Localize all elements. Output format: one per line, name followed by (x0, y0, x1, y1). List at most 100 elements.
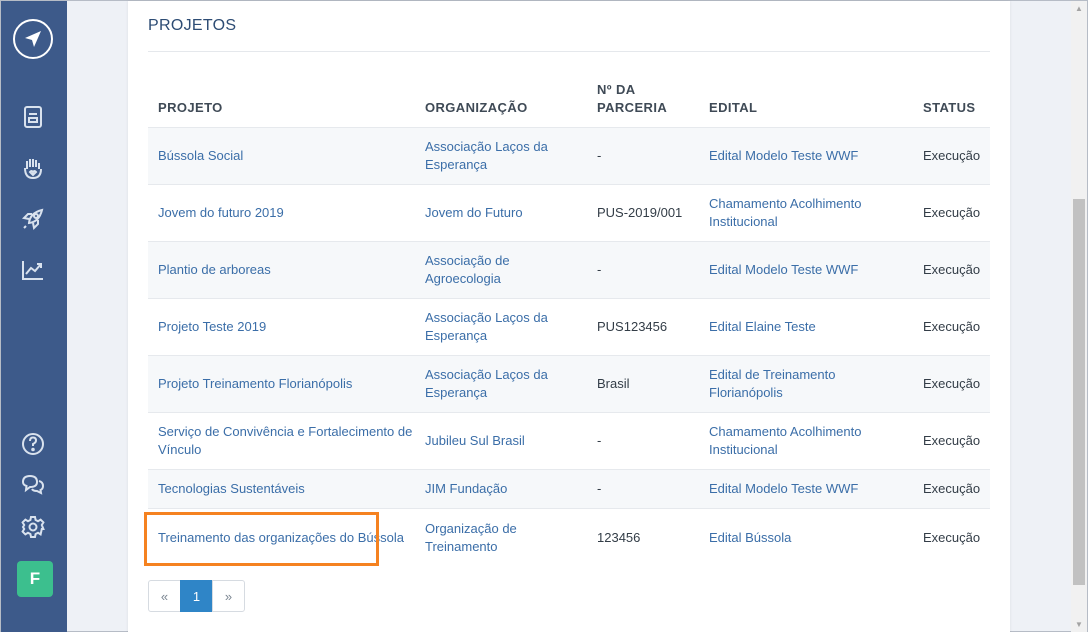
cell-organizacao-text[interactable]: Associação Laços da Esperança (425, 309, 585, 345)
cell-parceria: - (597, 413, 702, 469)
cell-status-text: Execução (923, 262, 981, 277)
table-row: Projeto Teste 2019 Associação Laços da Es… (148, 298, 990, 355)
cell-projeto-text[interactable]: Serviço de Convivência e Fortalecimento … (158, 423, 413, 459)
avatar[interactable]: F (17, 561, 53, 597)
cell-projeto-text[interactable]: Jovem do futuro 2019 (158, 204, 284, 222)
cell-status-text: Execução (923, 433, 981, 448)
cell-projeto-text[interactable]: Projeto Treinamento Florianópolis (158, 375, 352, 393)
cell-organizacao[interactable]: Associação Laços da Esperança (425, 299, 585, 355)
section-title: PROJETOS (148, 17, 237, 34)
cell-projeto[interactable]: Serviço de Convivência e Fortalecimento … (158, 413, 413, 469)
cell-status: Execução (923, 356, 993, 412)
cell-organizacao[interactable]: Jubileu Sul Brasil (425, 413, 585, 469)
cell-parceria: - (597, 128, 702, 184)
column-header-status[interactable]: STATUS (923, 99, 975, 117)
compass-logo-icon[interactable] (13, 19, 53, 59)
cell-parceria-text: PUS123456 (597, 319, 668, 334)
scrollbar-thumb[interactable] (1073, 199, 1085, 585)
cell-status: Execução (923, 242, 993, 298)
cell-edital-text[interactable]: Chamamento Acolhimento Institucional (709, 195, 909, 231)
cell-status-text: Execução (923, 148, 981, 163)
cell-organizacao-text[interactable]: Jubileu Sul Brasil (425, 432, 525, 450)
cell-organizacao-text[interactable]: Organização de Treinamento (425, 520, 585, 556)
cell-organizacao[interactable]: Associação Laços da Esperança (425, 128, 585, 184)
cell-edital-text[interactable]: Edital Modelo Teste WWF (709, 480, 858, 498)
cell-organizacao-text[interactable]: Associação Laços da Esperança (425, 366, 585, 402)
cell-parceria-text: - (597, 433, 602, 448)
table-row: Serviço de Convivência e Fortalecimento … (148, 412, 990, 469)
cell-projeto[interactable]: Tecnologias Sustentáveis (158, 470, 413, 508)
column-header-parceria-line1: Nº DA (597, 82, 636, 97)
cell-projeto-text[interactable]: Bússola Social (158, 147, 243, 165)
table-row: Plantio de arboreas Associação de Agroeco… (148, 241, 990, 298)
cell-organizacao[interactable]: Associação de Agroecologia (425, 242, 585, 298)
cell-status-text: Execução (923, 481, 981, 496)
cell-parceria: Brasil (597, 356, 702, 412)
hand-heart-icon[interactable] (19, 154, 47, 182)
pagination: « 1 » (148, 580, 245, 612)
table-header: PROJETO ORGANIZAÇÃO Nº DA PARCERIA EDITA… (128, 79, 1010, 127)
cell-status: Execução (923, 299, 993, 355)
cell-projeto[interactable]: Projeto Treinamento Florianópolis (158, 356, 413, 412)
column-header-parceria[interactable]: Nº DA PARCERIA (597, 81, 667, 117)
selected-row-highlight (144, 512, 379, 566)
cell-status: Execução (923, 185, 993, 241)
cell-organizacao[interactable]: Organização de Treinamento (425, 509, 585, 566)
column-header-organizacao[interactable]: ORGANIZAÇÃO (425, 99, 528, 117)
cell-edital-text[interactable]: Edital de Treinamento Florianópolis (709, 366, 909, 402)
cell-organizacao-text[interactable]: JIM Fundação (425, 480, 507, 498)
cell-edital-text[interactable]: Edital Modelo Teste WWF (709, 147, 858, 165)
cell-parceria-text: 123456 (597, 529, 641, 545)
cell-organizacao[interactable]: JIM Fundação (425, 470, 585, 508)
table-row: Projeto Treinamento Florianópolis Associa… (148, 355, 990, 412)
pagination-prev-button[interactable]: « (148, 580, 181, 612)
cell-projeto[interactable]: Projeto Teste 2019 (158, 299, 413, 355)
document-icon[interactable] (19, 103, 47, 131)
cell-organizacao-text[interactable]: Jovem do Futuro (425, 204, 523, 222)
cell-edital[interactable]: Edital Bússola (709, 509, 909, 566)
column-header-projeto[interactable]: PROJETO (158, 99, 223, 117)
cell-edital-text[interactable]: Edital Bússola (709, 529, 791, 547)
cell-edital[interactable]: Edital de Treinamento Florianópolis (709, 356, 909, 412)
cell-edital[interactable]: Chamamento Acolhimento Institucional (709, 413, 909, 469)
cell-edital[interactable]: Edital Modelo Teste WWF (709, 470, 909, 508)
cell-projeto-text[interactable]: Tecnologias Sustentáveis (158, 480, 305, 498)
cell-projeto[interactable]: Jovem do futuro 2019 (158, 185, 413, 241)
help-icon[interactable] (19, 430, 47, 458)
gear-icon[interactable] (19, 513, 47, 541)
rocket-icon[interactable] (19, 205, 47, 233)
cell-edital-text[interactable]: Chamamento Acolhimento Institucional (709, 423, 909, 459)
cell-parceria: - (597, 242, 702, 298)
column-header-edital[interactable]: EDITAL (709, 99, 757, 117)
chat-icon[interactable] (19, 471, 47, 499)
cell-parceria: PUS-2019/001 (597, 185, 702, 241)
cell-status-text: Execução (923, 529, 981, 545)
cell-projeto[interactable]: Bússola Social (158, 128, 413, 184)
cell-edital[interactable]: Edital Elaine Teste (709, 299, 909, 355)
cell-edital-text[interactable]: Edital Elaine Teste (709, 318, 816, 336)
cell-projeto[interactable]: Plantio de arboreas (158, 242, 413, 298)
scroll-up-icon[interactable]: ▲ (1073, 3, 1085, 15)
cell-edital-text[interactable]: Edital Modelo Teste WWF (709, 261, 858, 279)
scroll-down-icon[interactable]: ▼ (1073, 619, 1085, 631)
cell-edital[interactable]: Edital Modelo Teste WWF (709, 128, 909, 184)
table-row: Bússola Social Associação Laços da Espera… (148, 127, 990, 184)
cell-organizacao-text[interactable]: Associação Laços da Esperança (425, 138, 585, 174)
cell-edital[interactable]: Edital Modelo Teste WWF (709, 242, 909, 298)
cell-organizacao[interactable]: Associação Laços da Esperança (425, 356, 585, 412)
cell-organizacao[interactable]: Jovem do Futuro (425, 185, 585, 241)
pagination-page-button[interactable]: 1 (180, 580, 213, 612)
cell-status-text: Execução (923, 205, 981, 220)
table-row: Tecnologias Sustentáveis JIM Fundação - Edi… (148, 469, 990, 508)
cell-projeto-text[interactable]: Projeto Teste 2019 (158, 318, 266, 336)
title-divider (148, 51, 990, 52)
cell-parceria: 123456 (597, 509, 702, 566)
cell-organizacao-text[interactable]: Associação de Agroecologia (425, 252, 585, 288)
cell-status: Execução (923, 509, 993, 566)
cell-parceria-text: Brasil (597, 376, 630, 391)
pagination-next-button[interactable]: » (212, 580, 245, 612)
chart-icon[interactable] (19, 256, 47, 284)
cell-edital[interactable]: Chamamento Acolhimento Institucional (709, 185, 909, 241)
cell-status-text: Execução (923, 319, 981, 334)
cell-projeto-text[interactable]: Plantio de arboreas (158, 261, 271, 279)
